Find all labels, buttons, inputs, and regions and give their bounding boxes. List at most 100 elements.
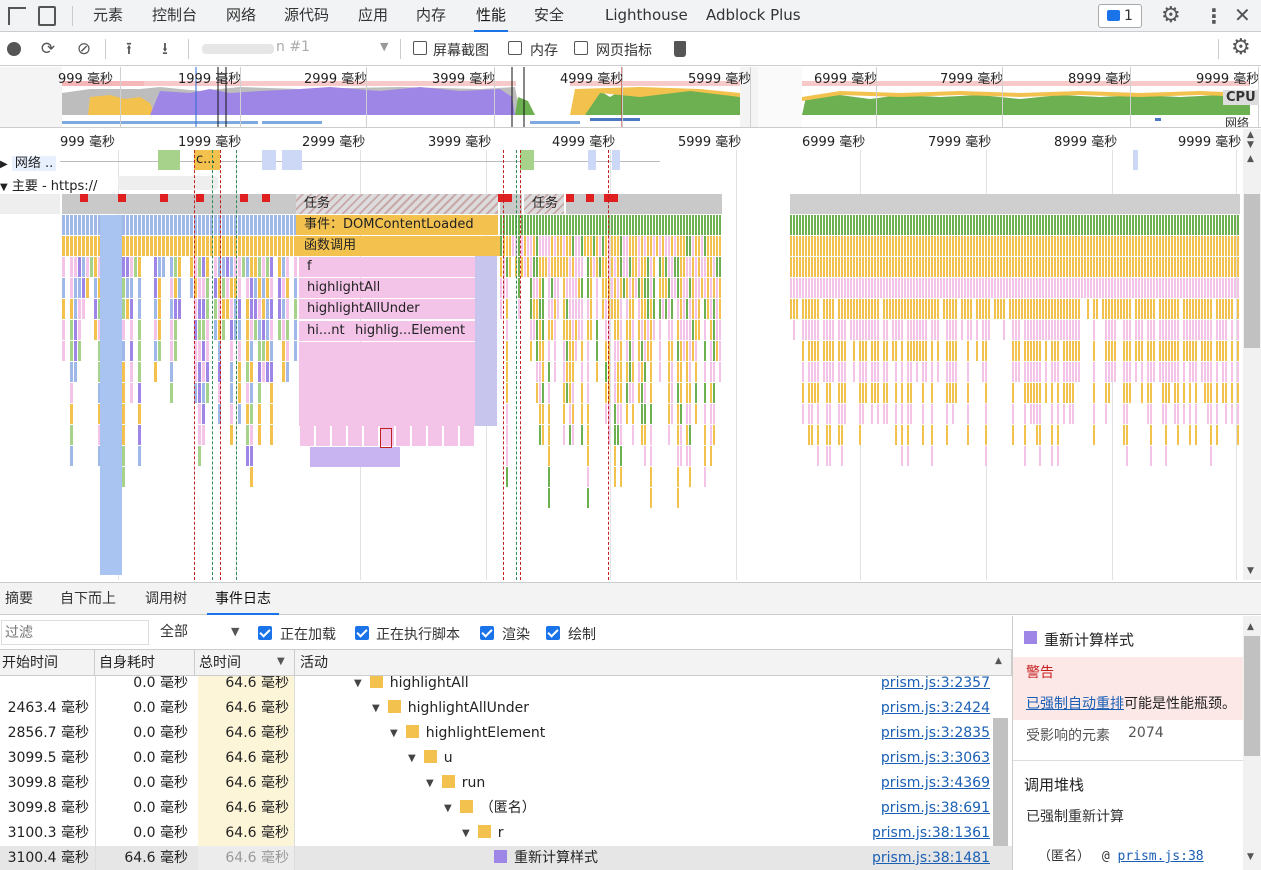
flame-slice[interactable] [874, 341, 876, 361]
flame-slice[interactable] [1060, 320, 1062, 340]
flame-slice[interactable] [1054, 257, 1056, 277]
flame-slice[interactable] [865, 320, 867, 340]
flame-slice[interactable] [1126, 215, 1128, 235]
flame-slice[interactable] [1192, 320, 1194, 340]
flame-slice[interactable] [647, 278, 649, 298]
detail-scroll-down-icon[interactable]: ▼ [1247, 852, 1254, 862]
flame-slice[interactable] [1075, 341, 1077, 361]
flame-slice[interactable] [1156, 278, 1158, 298]
flame-slice[interactable] [979, 299, 981, 319]
flame-slice[interactable] [805, 299, 807, 319]
flame-slice[interactable] [841, 341, 843, 361]
flame-slice[interactable] [1129, 299, 1131, 319]
flame-slice[interactable] [1159, 278, 1161, 298]
flame-slice[interactable] [620, 236, 622, 256]
flame-slice[interactable] [650, 278, 652, 298]
flame-slice[interactable] [677, 278, 679, 298]
flame-slice[interactable] [1039, 278, 1041, 298]
flame-slice[interactable] [653, 257, 655, 277]
table-row[interactable]: 3099.8 毫秒 0.0 毫秒 64.6 毫秒 ▼ （匿名） prism.js:38:6… [0, 796, 1012, 821]
flame-slice[interactable] [1147, 404, 1149, 424]
flame-slice[interactable] [623, 236, 625, 256]
flame-slice[interactable] [925, 362, 927, 382]
flame-slice[interactable] [668, 404, 670, 424]
flame-slice[interactable] [928, 236, 930, 256]
flame-slice[interactable] [602, 257, 604, 277]
flame-slice[interactable] [605, 383, 607, 403]
flame-slice[interactable] [826, 257, 828, 277]
flame-slice[interactable] [692, 236, 694, 256]
flame-slice[interactable] [278, 236, 281, 256]
flame-slice[interactable] [868, 278, 870, 298]
flame-slice[interactable] [1150, 320, 1152, 340]
flame-slice[interactable] [871, 383, 873, 403]
flame-slice[interactable] [901, 425, 903, 445]
flame-slice[interactable] [677, 362, 679, 382]
flame-slice[interactable] [278, 299, 281, 319]
flame-slice[interactable] [230, 404, 233, 424]
flame-slice[interactable] [563, 425, 565, 445]
flame-slice[interactable] [1033, 257, 1035, 277]
flame-slice[interactable] [521, 215, 523, 235]
flame-slice[interactable] [122, 257, 125, 277]
flame-slice[interactable] [138, 215, 141, 235]
flame-slice[interactable] [202, 320, 205, 340]
flame-slice[interactable] [230, 299, 233, 319]
flame-slice[interactable] [294, 278, 297, 298]
flame-slice[interactable] [967, 278, 969, 298]
flame-slice[interactable] [638, 341, 640, 361]
flame-slice[interactable] [500, 215, 502, 235]
flame-slice[interactable] [1066, 299, 1068, 319]
flame-slice[interactable] [142, 215, 145, 235]
flame-slice[interactable] [66, 215, 69, 235]
flame-slice[interactable] [1027, 215, 1029, 235]
flame-slice[interactable] [620, 467, 622, 487]
long-task-marker[interactable] [80, 194, 88, 202]
flame-slice[interactable] [364, 426, 378, 446]
flame-slice[interactable] [949, 257, 951, 277]
flame-slice[interactable] [704, 446, 706, 466]
flame-slice[interactable] [1225, 320, 1227, 340]
flame-slice[interactable] [862, 362, 864, 382]
flame-slice[interactable] [587, 299, 589, 319]
flame-slice[interactable] [78, 320, 81, 340]
flame-slice[interactable] [689, 236, 691, 256]
flame-slice[interactable] [808, 425, 810, 445]
flame-slice[interactable] [985, 404, 987, 424]
flame-slice[interactable] [952, 257, 954, 277]
flame-slice[interactable] [1168, 278, 1170, 298]
flame-slice[interactable] [644, 320, 646, 340]
flame-slice[interactable] [536, 383, 538, 403]
flame-slice[interactable] [1036, 404, 1038, 424]
flame-slice[interactable] [1228, 236, 1230, 256]
flame-slice[interactable] [707, 278, 709, 298]
flame-slice[interactable] [250, 425, 253, 445]
flame-slice[interactable] [1183, 215, 1185, 235]
flame-slice[interactable] [198, 446, 201, 466]
flame-slice[interactable] [1066, 278, 1068, 298]
flame-slice[interactable] [796, 236, 798, 256]
flame-slice[interactable] [1174, 320, 1176, 340]
flame-slice[interactable] [704, 236, 706, 256]
screenshots-checkbox[interactable] [413, 41, 427, 55]
flame-slice[interactable] [659, 278, 661, 298]
flame-slice[interactable] [805, 257, 807, 277]
flame-slice[interactable] [1123, 404, 1125, 424]
flame-slice[interactable] [1159, 236, 1161, 256]
flame-slice[interactable] [632, 404, 634, 424]
flame-slice[interactable] [246, 404, 249, 424]
stack-frame-link[interactable]: prism.js:38 [1118, 849, 1204, 864]
flame-slice[interactable] [266, 215, 269, 235]
flame-slice[interactable] [638, 236, 640, 256]
flame-slice[interactable] [653, 320, 655, 340]
flame-slice[interactable] [985, 362, 987, 382]
flame-slice[interactable] [258, 215, 261, 235]
flame-slice[interactable] [716, 341, 718, 361]
flame-slice[interactable] [1126, 362, 1128, 382]
flame-slice[interactable] [1213, 215, 1215, 235]
flame-slice[interactable] [793, 320, 795, 340]
flame-slice[interactable] [262, 278, 265, 298]
flame-slice[interactable] [548, 257, 550, 277]
flame-slice[interactable] [817, 278, 819, 298]
flame-slice[interactable] [1189, 278, 1191, 298]
